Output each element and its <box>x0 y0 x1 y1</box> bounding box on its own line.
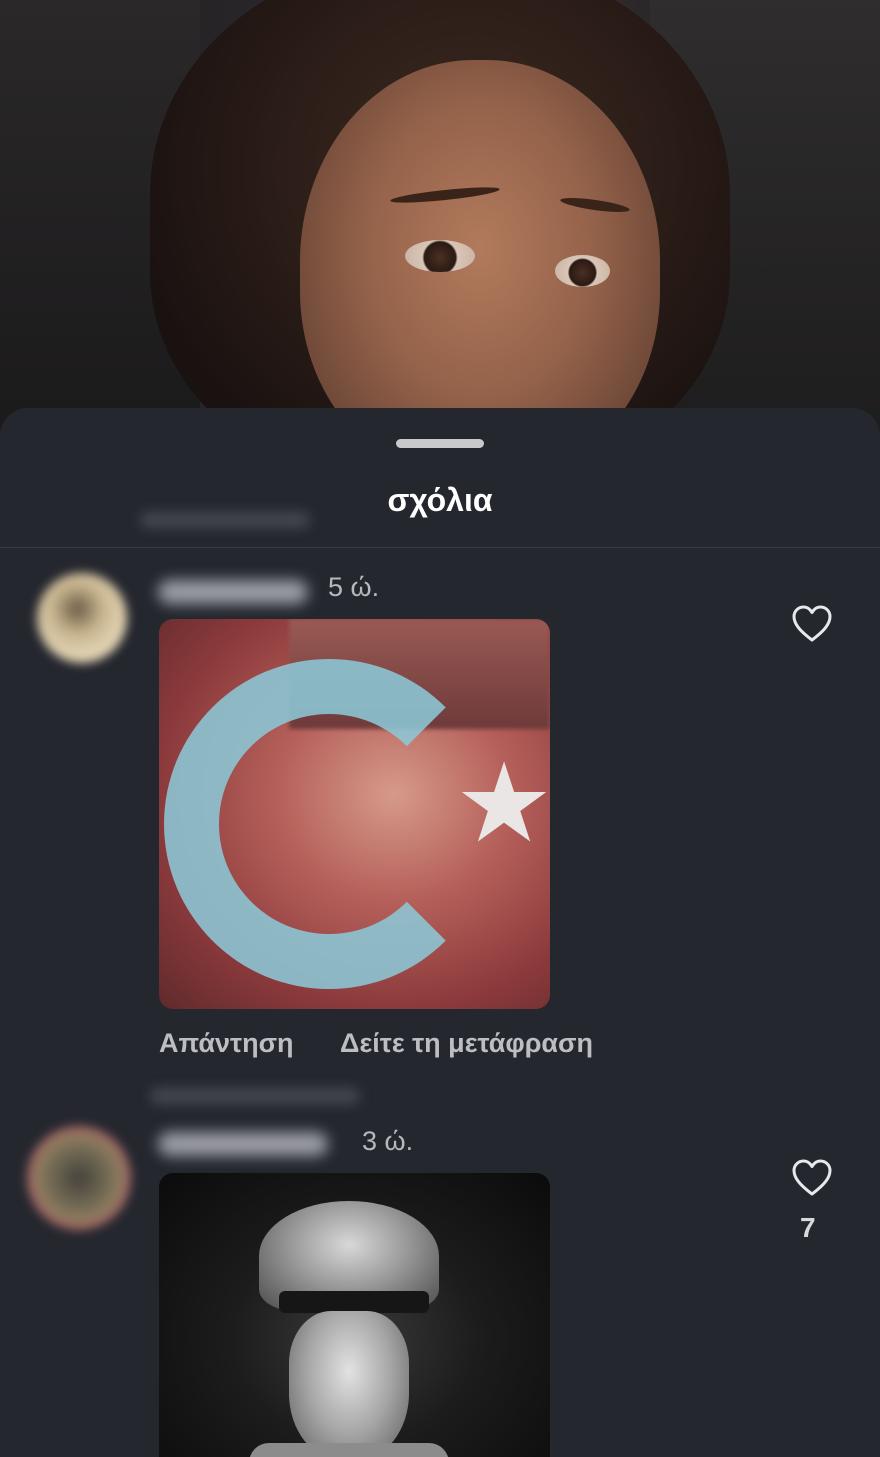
background-post-photo <box>0 0 880 440</box>
heart-outline-icon <box>792 1159 832 1196</box>
blurred-background-text <box>150 1088 360 1104</box>
blurred-background-text <box>140 512 310 528</box>
photo-eye-left <box>405 240 475 272</box>
comment-image[interactable] <box>159 1173 550 1457</box>
photo-face <box>300 60 660 440</box>
comment-timestamp: 5 ώ. <box>328 572 380 602</box>
like-count: 7 <box>800 1212 816 1243</box>
photo-eye-right <box>555 255 610 287</box>
star-shape: ★ <box>454 742 550 865</box>
username-blurred[interactable] <box>158 1132 328 1156</box>
reply-button[interactable]: Απάντηση <box>159 1028 294 1058</box>
comment-actions: Απάντηση Δείτε τη μετάφραση <box>159 1028 633 1059</box>
comments-sheet: σχόλια 5 ώ. ★ Απάντηση Δείτε τη μετάφρασ… <box>0 408 880 1457</box>
sheet-drag-handle[interactable] <box>396 439 484 448</box>
username-blurred[interactable] <box>158 580 308 604</box>
sheet-divider <box>0 547 880 548</box>
like-button[interactable] <box>791 1158 833 1198</box>
see-translation-button[interactable]: Δείτε τη μετάφραση <box>340 1028 593 1058</box>
avatar[interactable] <box>37 573 127 663</box>
sheet-title: σχόλια <box>387 482 493 518</box>
comment-image[interactable]: ★ <box>159 619 550 1009</box>
comment-timestamp: 3 ώ. <box>362 1126 414 1156</box>
image-face-region <box>289 1311 409 1457</box>
like-button[interactable] <box>791 604 833 644</box>
image-collar-region <box>249 1443 449 1457</box>
crescent-shape <box>164 659 494 989</box>
image-visor-region <box>279 1291 429 1313</box>
avatar-story-ring[interactable] <box>27 1126 131 1230</box>
heart-outline-icon <box>792 605 832 642</box>
